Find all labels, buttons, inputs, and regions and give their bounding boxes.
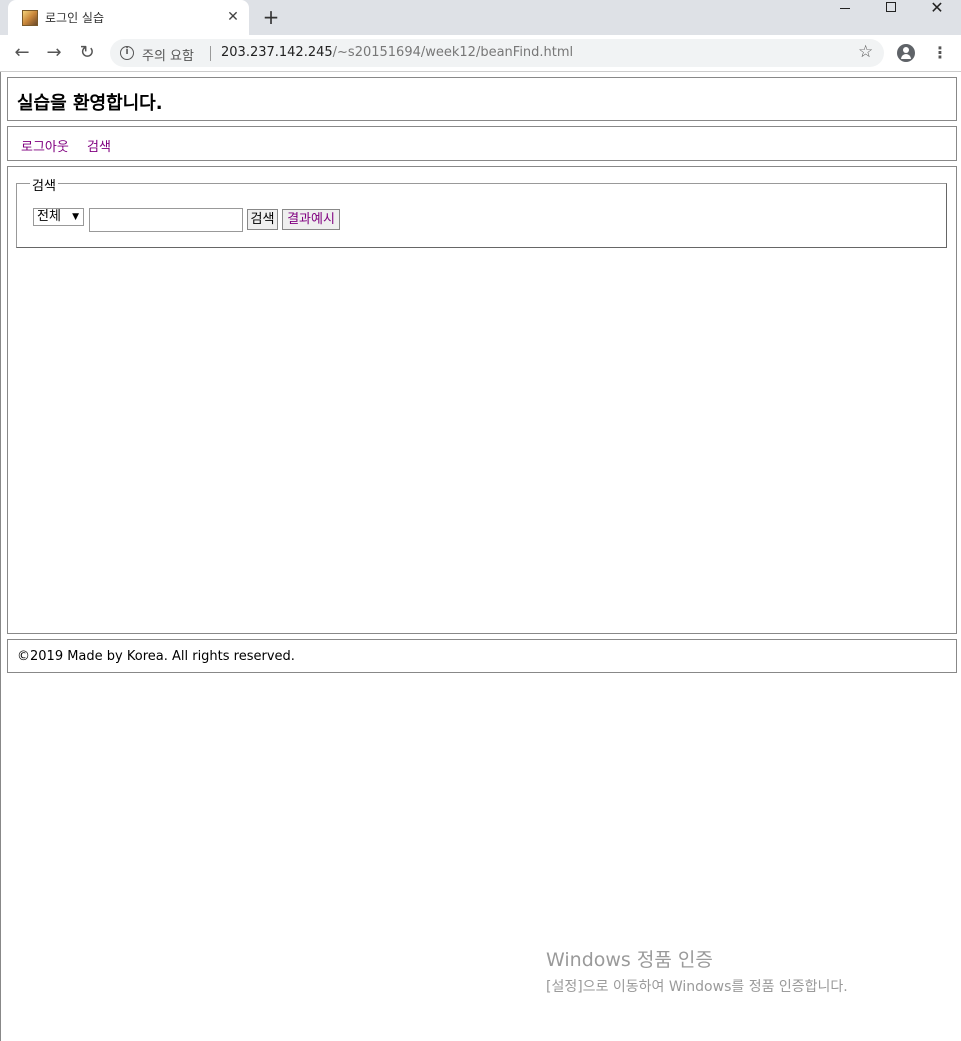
nav-bar: 로그아웃 검색: [7, 126, 957, 161]
bookmark-star-icon[interactable]: ☆: [858, 42, 873, 62]
main-content: 검색 전체 ▼ 검색 결과예시: [7, 166, 957, 634]
page-viewport: 실습을 환영합니다. 로그아웃 검색 검색 전체 ▼ 검색 결과예시 ©2019…: [0, 72, 961, 1041]
minimize-icon: [840, 8, 850, 9]
url-path: /~s20151694/week12/beanFind.html: [332, 45, 574, 60]
window-close-button[interactable]: ✕: [914, 0, 960, 30]
search-link[interactable]: 검색: [87, 136, 111, 155]
profile-icon[interactable]: [897, 44, 915, 62]
logout-link[interactable]: 로그아웃: [21, 136, 69, 155]
watermark-subtitle: [설정]으로 이동하여 Windows를 정품 인증합니다.: [546, 979, 848, 995]
address-separator: [210, 46, 211, 61]
browser-menu-icon[interactable]: ⋮: [932, 43, 948, 63]
footer: ©2019 Made by Korea. All rights reserved…: [7, 639, 957, 673]
watermark-title: Windows 정품 인증: [546, 949, 713, 971]
search-scope-value: 전체: [37, 209, 61, 224]
info-icon[interactable]: i: [120, 46, 134, 60]
windows-activation-watermark: Windows 정품 인증 [설정]으로 이동하여 Windows를 정품 인증…: [546, 945, 848, 996]
back-button[interactable]: ←: [9, 41, 35, 67]
search-fieldset: 검색 전체 ▼ 검색 결과예시: [16, 175, 947, 248]
dropdown-arrow-icon: ▼: [72, 212, 79, 222]
search-input[interactable]: [89, 208, 243, 232]
search-scope-select[interactable]: 전체 ▼: [33, 208, 84, 226]
new-tab-button[interactable]: +: [259, 6, 283, 30]
tab-close-icon[interactable]: ✕: [224, 8, 242, 26]
url-host: 203.237.142.245: [221, 45, 333, 60]
search-button[interactable]: 검색: [247, 209, 278, 230]
window-maximize-button[interactable]: [868, 0, 914, 30]
window-minimize-button[interactable]: [822, 0, 868, 30]
result-example-button[interactable]: 결과예시: [282, 209, 340, 230]
tab-strip: 로그인 실습 ✕ + ✕: [0, 0, 961, 35]
browser-tab[interactable]: 로그인 실습 ✕: [8, 0, 249, 35]
page-title: 실습을 환영합니다.: [17, 93, 163, 114]
search-legend: 검색: [30, 175, 58, 194]
browser-toolbar: ← → ↻ i 주의 요함 203.237.142.245/~s20151694…: [0, 35, 961, 72]
footer-text: ©2019 Made by Korea. All rights reserved…: [17, 649, 295, 664]
forward-button[interactable]: →: [41, 41, 67, 67]
address-bar[interactable]: i 주의 요함 203.237.142.245/~s20151694/week1…: [110, 39, 884, 67]
tab-title: 로그인 실습: [45, 11, 105, 25]
reload-button[interactable]: ↻: [74, 41, 100, 67]
maximize-icon: [886, 2, 896, 12]
security-label[interactable]: 주의 요함: [142, 45, 194, 64]
url-text[interactable]: 203.237.142.245/~s20151694/week12/beanFi…: [221, 45, 573, 60]
header: 실습을 환영합니다.: [7, 77, 957, 121]
favicon-icon: [22, 10, 38, 26]
